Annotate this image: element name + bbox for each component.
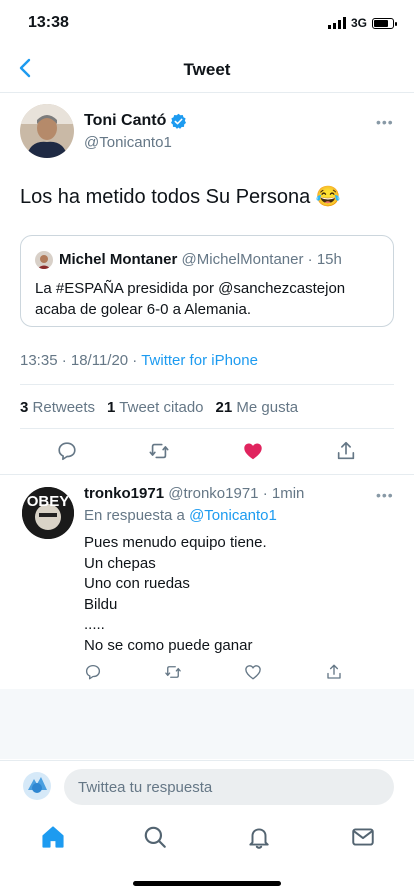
reply-line: Uno con ruedas (84, 575, 190, 592)
user-avatar[interactable] (22, 771, 52, 801)
status-bar: 13:38 3G (0, 0, 414, 48)
author-avatar[interactable] (20, 104, 74, 158)
author-name[interactable]: Toni Cantó (84, 112, 187, 130)
reply-input[interactable] (64, 769, 394, 805)
network-label: 3G (350, 16, 367, 30)
tweet-timestamp: 13:35 · 18/11/20 · (20, 352, 138, 369)
reply-line: No se como puede ganar (84, 636, 253, 654)
quoted-header: Michel Montaner @MichelMontaner · 15h (59, 251, 342, 268)
retweet-icon[interactable] (164, 663, 182, 681)
notifications-icon[interactable] (246, 824, 272, 850)
quoted-avatar (35, 251, 53, 269)
more-options-icon[interactable]: ••• (376, 487, 394, 503)
author-handle[interactable]: @Tonicanto1 (84, 134, 172, 151)
page-title: Tweet (183, 60, 231, 79)
reply-icon[interactable] (56, 440, 78, 462)
retweets-stat[interactable]: 3 Retweets (20, 399, 95, 416)
retweet-icon[interactable] (148, 440, 170, 462)
quotes-label: Tweet citado (119, 399, 204, 416)
reply-line: Bildu (84, 595, 118, 613)
tweet-text: Los ha metido todos Su Persona 😂 (20, 186, 341, 208)
like-filled-icon[interactable] (242, 440, 264, 462)
reply-tweet[interactable]: OBEY tronko1971 @tronko1971 · 1min ••• E… (0, 474, 414, 690)
reply-handle: @tronko1971 (168, 485, 259, 502)
quotes-stat[interactable]: 1 Tweet citado (107, 399, 203, 416)
reply-prefix: En respuesta a (84, 507, 185, 524)
reply-avatar[interactable]: OBEY (22, 487, 74, 539)
more-options-icon[interactable]: ••• (376, 114, 394, 130)
retweets-count: 3 (20, 399, 29, 416)
reply-context: En respuesta a @Tonicanto1 (84, 507, 277, 524)
quoted-age: · 15h (307, 251, 342, 268)
reply-line: Un chepas (84, 554, 156, 572)
reply-composer (0, 760, 414, 813)
empty-area (0, 689, 414, 759)
signal-icon (327, 17, 346, 29)
tweet-actions (0, 440, 414, 464)
tweet-source-link[interactable]: Twitter for iPhone (141, 352, 258, 369)
nav-bar: Tweet (0, 48, 414, 93)
share-icon[interactable] (325, 663, 343, 681)
tab-bar (0, 812, 414, 872)
home-icon[interactable] (40, 824, 66, 850)
reply-avatar-text: OBEY (27, 493, 70, 510)
reply-actions (0, 663, 414, 683)
reply-header: tronko1971 @tronko1971 · 1min (84, 485, 304, 502)
battery-icon (372, 17, 397, 29)
share-icon[interactable] (335, 440, 357, 462)
reply-to-link[interactable]: @Tonicanto1 (189, 507, 277, 524)
status-time: 13:38 (28, 14, 69, 31)
author-name-text: Toni Cantó (84, 112, 167, 129)
likes-stat[interactable]: 21 Me gusta (216, 399, 299, 416)
reply-name[interactable]: tronko1971 (84, 485, 164, 502)
quotes-count: 1 (107, 399, 116, 416)
quoted-text: La #ESPAÑA presidida por @sanchezcastejo… (35, 280, 346, 318)
likes-count: 21 (215, 399, 233, 416)
divider (20, 384, 394, 385)
reply-line: ..... (84, 616, 105, 633)
likes-label: Me gusta (236, 399, 299, 416)
tweet-meta: 13:35 · 18/11/20 · Twitter for iPhone (20, 352, 258, 369)
status-right: 3G (327, 16, 397, 30)
quoted-tweet[interactable]: Michel Montaner @MichelMontaner · 15h La… (20, 235, 394, 327)
tweet-stats: 3 Retweets 1 Tweet citado 21 Me gusta (20, 399, 298, 416)
messages-icon[interactable] (350, 824, 376, 850)
quoted-name: Michel Montaner (59, 251, 178, 268)
reply-text: Pues menudo equipo tiene. Un chepas Uno … (84, 533, 267, 656)
quoted-handle: @MichelMontaner (181, 251, 304, 268)
home-indicator (133, 881, 281, 886)
reply-line: Pues menudo equipo tiene. (84, 534, 267, 551)
divider (20, 428, 394, 429)
verified-badge-icon (171, 113, 187, 129)
reply-icon[interactable] (84, 663, 102, 681)
retweets-label: Retweets (32, 399, 96, 416)
reply-age: · 1min (262, 485, 305, 502)
like-icon[interactable] (244, 663, 262, 681)
search-icon[interactable] (142, 824, 168, 850)
